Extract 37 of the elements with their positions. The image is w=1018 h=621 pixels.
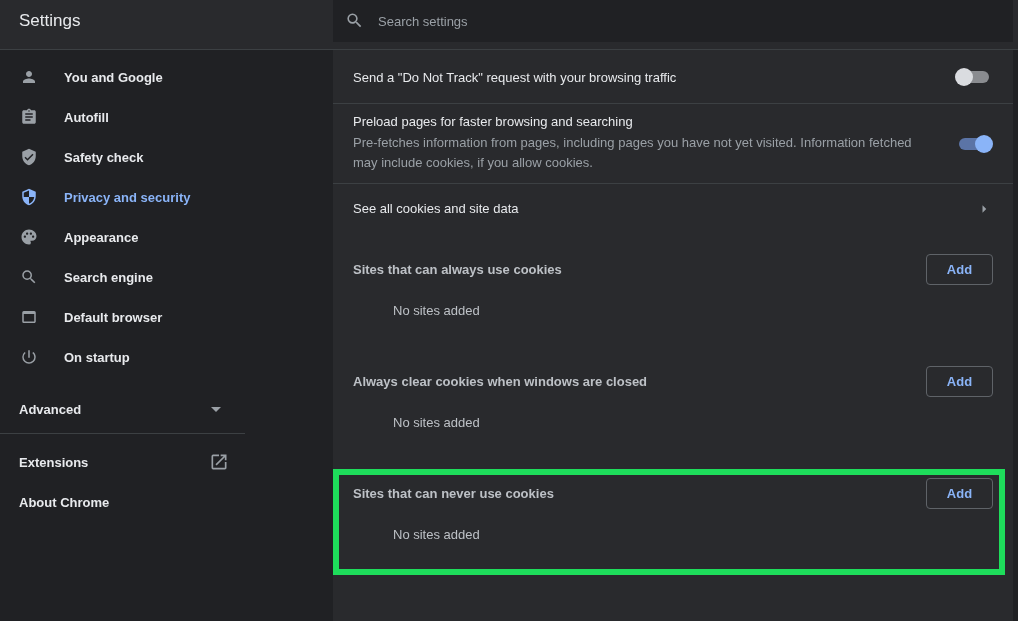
setting-label: Send a "Do Not Track" request with your browsing traffic <box>353 69 677 85</box>
sidebar-item[interactable]: Search engine <box>0 257 245 297</box>
sidebar-item[interactable]: Autofill <box>0 97 245 137</box>
empty-list-text: No sites added <box>392 302 481 318</box>
advanced-toggle[interactable]: Advanced <box>0 385 245 433</box>
section-title: Sites that can always use cookies <box>353 262 562 277</box>
add-button[interactable]: Add <box>926 366 993 397</box>
browser-window-icon <box>20 308 38 326</box>
setting-label: Preload pages for faster browsing and searching <box>353 114 634 129</box>
setting-label: See all cookies and site data <box>353 201 519 216</box>
setting-description: Pre-fetches information from pages, including pages you have not yet visited. Information fetched may include cookies, if you allow cookies. <box>353 134 913 172</box>
search-icon <box>345 11 364 30</box>
clipboard-icon <box>20 108 38 126</box>
add-button[interactable]: Add <box>926 254 993 285</box>
sidebar-item[interactable]: Privacy and security <box>0 177 245 217</box>
sidebar-item[interactable]: Appearance <box>0 217 245 257</box>
section-title: Always clear cookies when windows are closed <box>353 374 648 389</box>
shield-check-icon <box>20 148 38 166</box>
add-button[interactable]: Add <box>926 478 993 509</box>
shield-icon <box>20 188 38 206</box>
power-icon <box>20 348 38 366</box>
external-link-icon <box>209 452 229 472</box>
caret-icon <box>211 406 221 412</box>
sidebar-item[interactable]: On startup <box>0 337 245 377</box>
palette-icon <box>20 228 38 246</box>
sidebar-link[interactable]: Extensions <box>0 442 245 482</box>
sidebar-item[interactable]: Safety check <box>0 137 245 177</box>
sidebar-item[interactable]: Default browser <box>0 297 245 337</box>
empty-list-text: No sites added <box>392 414 481 430</box>
sidebar-link[interactable]: About Chrome <box>0 482 245 522</box>
page-title: Settings <box>18 10 82 32</box>
search-icon <box>20 268 38 286</box>
search-field[interactable]: Search settings <box>333 0 1013 42</box>
person-icon <box>20 68 38 86</box>
empty-list-text: No sites added <box>392 526 481 542</box>
sidebar-item[interactable]: You and Google <box>0 57 245 97</box>
section-title: Sites that can never use cookies <box>353 486 554 501</box>
